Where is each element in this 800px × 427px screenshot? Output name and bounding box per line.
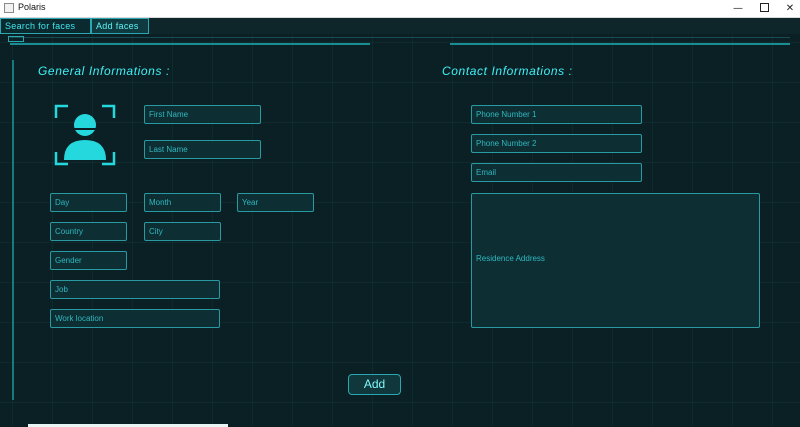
year-field[interactable] [237, 193, 314, 212]
phone-number-1-field[interactable] [471, 105, 642, 124]
add-faces-panel: General Informations : Contact Informati… [0, 34, 800, 427]
corner-decor [8, 36, 24, 42]
last-name-field[interactable] [144, 140, 261, 159]
country-field[interactable] [50, 222, 127, 241]
general-informations-title: General Informations : [38, 64, 170, 78]
job-field[interactable] [50, 280, 220, 299]
first-name-field[interactable] [144, 105, 261, 124]
maximize-button[interactable] [751, 0, 777, 17]
top-decor-line-left [10, 43, 370, 45]
close-button[interactable]: ✕ [777, 0, 800, 17]
day-field[interactable] [50, 193, 127, 212]
tab-add-faces[interactable]: Add faces [91, 18, 149, 34]
window-titlebar: Polaris — ✕ [0, 0, 800, 18]
left-decor-line [12, 60, 14, 400]
top-divider [10, 37, 790, 38]
month-field[interactable] [144, 193, 221, 212]
residence-address-field[interactable] [471, 193, 760, 328]
tab-search-for-faces[interactable]: Search for faces [0, 18, 91, 34]
app-icon [4, 3, 14, 13]
user-face-scan-icon[interactable] [54, 104, 116, 166]
add-button[interactable]: Add [348, 374, 401, 395]
phone-number-2-field[interactable] [471, 134, 642, 153]
minimize-button[interactable]: — [725, 0, 751, 17]
top-decor-line-right [450, 43, 790, 45]
city-field[interactable] [144, 222, 221, 241]
email-field[interactable] [471, 163, 642, 182]
work-location-field[interactable] [50, 309, 220, 328]
maximize-icon [759, 2, 769, 12]
tab-bar: Search for faces Add faces [0, 18, 800, 34]
window-title: Polaris [18, 2, 46, 12]
contact-informations-title: Contact Informations : [442, 64, 573, 78]
gender-field[interactable] [50, 251, 127, 270]
